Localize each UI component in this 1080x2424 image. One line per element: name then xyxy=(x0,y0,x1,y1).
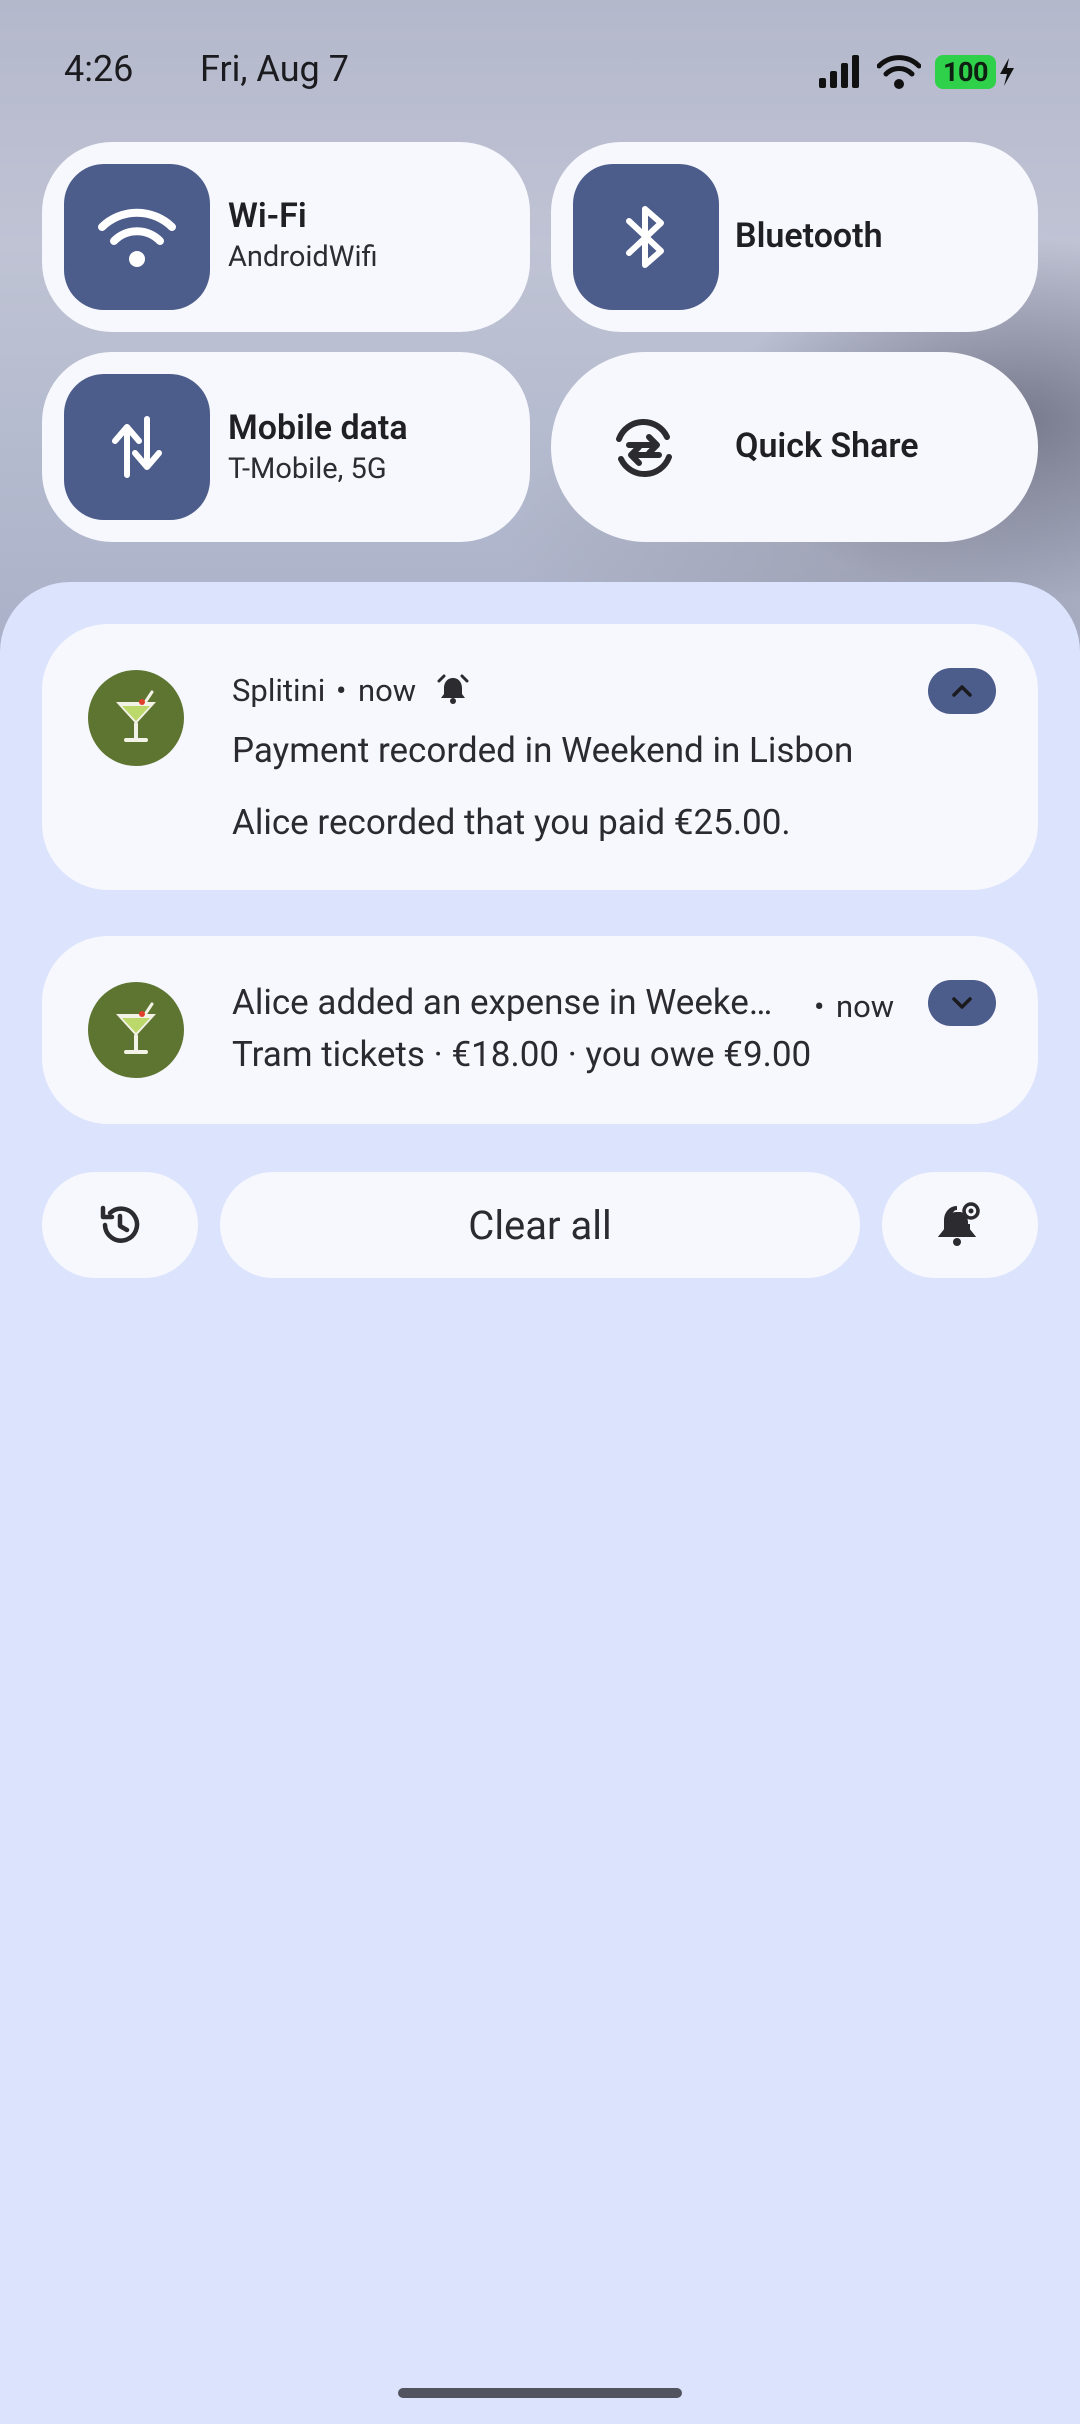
notification-separator: • xyxy=(814,988,825,1025)
notification-app-name: Splitini xyxy=(232,672,326,709)
notification-card[interactable]: Alice added an expense in Weeke… • now T… xyxy=(42,936,1038,1124)
status-date: Fri, Aug 7 xyxy=(200,48,349,90)
notification-title: Payment recorded in Weekend in Lisbon xyxy=(232,730,854,771)
alarm-bell-icon xyxy=(437,674,469,704)
notification-text: Alice recorded that you paid €25.00. xyxy=(232,802,791,843)
bluetooth-tile[interactable]: Bluetooth xyxy=(551,142,1038,332)
wifi-status-icon xyxy=(877,55,922,89)
chevron-up-icon xyxy=(952,685,972,697)
clear-all-button[interactable]: Clear all xyxy=(220,1172,860,1278)
mobile-data-tile-subtitle: T-Mobile, 5G xyxy=(228,452,387,486)
notification-settings-button[interactable] xyxy=(882,1172,1038,1278)
status-time: 4:26 xyxy=(64,48,134,90)
chevron-down-icon xyxy=(952,997,972,1009)
cocktail-icon xyxy=(116,690,156,742)
bluetooth-tile-icon-box[interactable] xyxy=(573,164,719,310)
home-indicator[interactable] xyxy=(398,2388,682,2398)
wifi-tile-icon-box[interactable] xyxy=(64,164,210,310)
status-icons: 100 xyxy=(817,52,1016,92)
collapse-button[interactable] xyxy=(928,668,996,714)
wifi-icon xyxy=(98,208,176,267)
quick-share-icon xyxy=(616,418,672,478)
notification-history-button[interactable] xyxy=(42,1172,198,1278)
app-icon xyxy=(88,670,184,766)
notification-settings-icon xyxy=(937,1202,980,1246)
expand-button[interactable] xyxy=(928,980,996,1026)
mobile-data-icon xyxy=(112,416,162,478)
wifi-tile[interactable]: Wi-Fi AndroidWifi xyxy=(42,142,530,332)
mobile-data-tile-icon-box[interactable] xyxy=(64,374,210,520)
bluetooth-tile-title: Bluetooth xyxy=(735,216,883,256)
notification-text: Tram tickets · €18.00 · you owe €9.00 xyxy=(232,1034,812,1075)
notification-time: now xyxy=(836,988,895,1025)
clear-all-label: Clear all xyxy=(468,1201,612,1249)
cocktail-icon xyxy=(116,1002,156,1054)
history-icon xyxy=(100,1205,140,1243)
quick-share-tile-title: Quick Share xyxy=(735,426,919,466)
mobile-data-tile[interactable]: Mobile data T-Mobile, 5G xyxy=(42,352,530,542)
notification-separator: • xyxy=(336,672,347,709)
notification-title: Alice added an expense in Weeke… xyxy=(232,982,773,1023)
quick-share-tile[interactable]: Quick Share xyxy=(551,352,1038,542)
battery-indicator: 100 xyxy=(935,55,996,89)
charging-bolt-icon xyxy=(1000,58,1014,86)
signal-icon xyxy=(819,55,860,88)
wifi-tile-subtitle: AndroidWifi xyxy=(228,240,378,274)
battery-level: 100 xyxy=(943,56,988,88)
notification-card[interactable]: Splitini • now Payment recorded in Weeke… xyxy=(42,624,1038,890)
mobile-data-tile-title: Mobile data xyxy=(228,408,408,448)
app-icon xyxy=(88,982,184,1078)
status-bar: 4:26 Fri, Aug 7 100 xyxy=(0,0,1080,140)
wifi-tile-title: Wi-Fi xyxy=(228,196,307,236)
notification-time: now xyxy=(358,672,417,709)
bluetooth-icon xyxy=(626,206,664,268)
